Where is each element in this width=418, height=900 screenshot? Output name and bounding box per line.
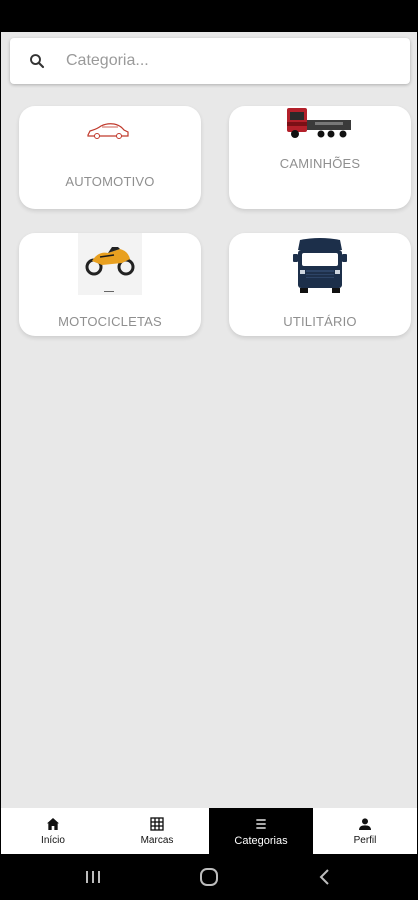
system-nav-bar (0, 854, 418, 900)
category-card-motocicletas[interactable]: MOTOCICLETAS (19, 233, 201, 336)
recents-button[interactable] (63, 862, 123, 892)
category-label: CAMINHÕES (279, 156, 361, 171)
home-icon (47, 818, 59, 830)
category-label: AUTOMOTIVO (65, 174, 155, 189)
van-icon (293, 238, 347, 293)
status-bar (0, 0, 418, 32)
nav-item-marcas[interactable]: Marcas (105, 808, 209, 854)
home-button[interactable] (179, 862, 239, 892)
category-label: MOTOCICLETAS (58, 314, 162, 329)
back-button[interactable] (295, 862, 355, 892)
bottom-nav: Início Marcas Categorias Perfil (1, 808, 417, 854)
back-icon (319, 869, 329, 885)
person-icon (359, 818, 371, 830)
search-input[interactable] (66, 52, 366, 70)
list-icon (256, 818, 266, 829)
recents-icon (86, 871, 100, 883)
motorcycle-icon (78, 233, 142, 295)
category-card-automotivo[interactable]: AUTOMOTIVO (19, 106, 201, 209)
category-card-caminhoes[interactable]: CAMINHÕES (229, 106, 411, 209)
nav-item-categorias[interactable]: Categorias (209, 808, 313, 854)
truck-icon (287, 108, 351, 138)
nav-label: Perfil (353, 835, 377, 846)
category-label: UTILITÁRIO (283, 314, 357, 329)
search-bar[interactable] (10, 38, 410, 84)
home-button-icon (200, 868, 218, 886)
categories-screen: AUTOMOTIVO CAMINHÕES MOTOCICLETAS (1, 32, 417, 808)
search-icon (30, 54, 45, 69)
category-card-utilitario[interactable]: UTILITÁRIO (229, 233, 411, 336)
nav-label: Categorias (234, 834, 288, 847)
car-icon (87, 123, 129, 139)
nav-label: Marcas (140, 835, 174, 846)
nav-item-inicio[interactable]: Início (1, 808, 105, 854)
grid-icon (150, 817, 164, 831)
nav-item-perfil[interactable]: Perfil (313, 808, 417, 854)
nav-label: Início (41, 835, 65, 846)
